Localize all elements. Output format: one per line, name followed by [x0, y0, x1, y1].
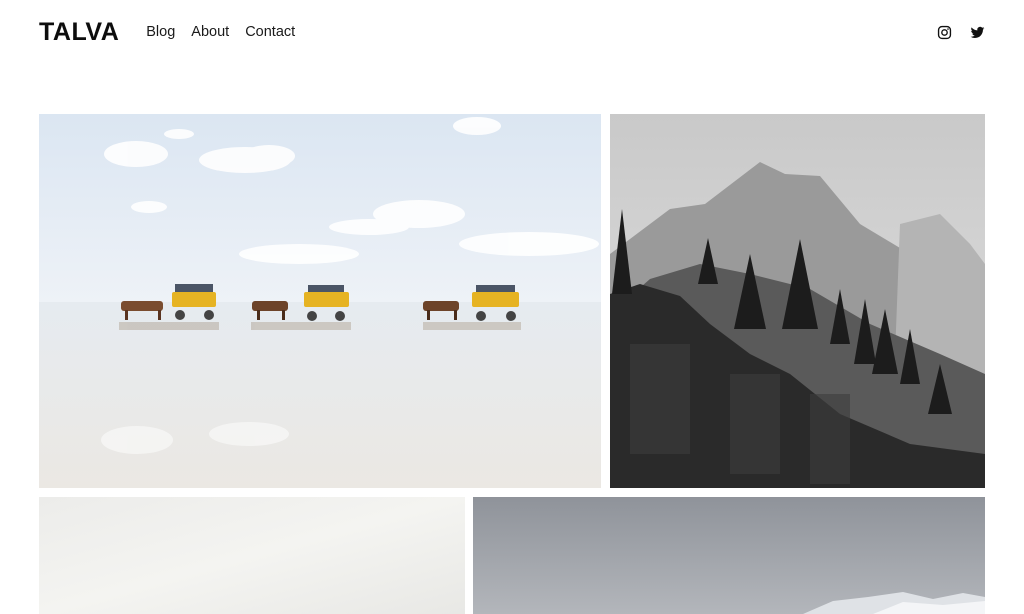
instagram-icon[interactable] [937, 25, 952, 40]
gallery-photo-haze[interactable] [39, 497, 465, 614]
mountain-image [610, 114, 985, 488]
twitter-icon[interactable] [970, 25, 985, 40]
nav-link-blog[interactable]: Blog [146, 24, 175, 40]
main-nav: Blog About Contact [146, 24, 295, 40]
peaks-image [473, 497, 985, 614]
gallery-photo-carriages[interactable] [39, 114, 601, 488]
site-logo[interactable]: TALVA [39, 18, 119, 47]
gallery-photo-peaks[interactable] [473, 497, 985, 614]
gallery-photo-mountain[interactable] [610, 114, 985, 488]
site-header: TALVA Blog About Contact [39, 0, 985, 64]
nav-link-contact[interactable]: Contact [245, 24, 295, 40]
haze-image [39, 497, 465, 614]
social-links [937, 25, 985, 40]
nav-link-about[interactable]: About [191, 24, 229, 40]
carriages-image [39, 114, 601, 488]
